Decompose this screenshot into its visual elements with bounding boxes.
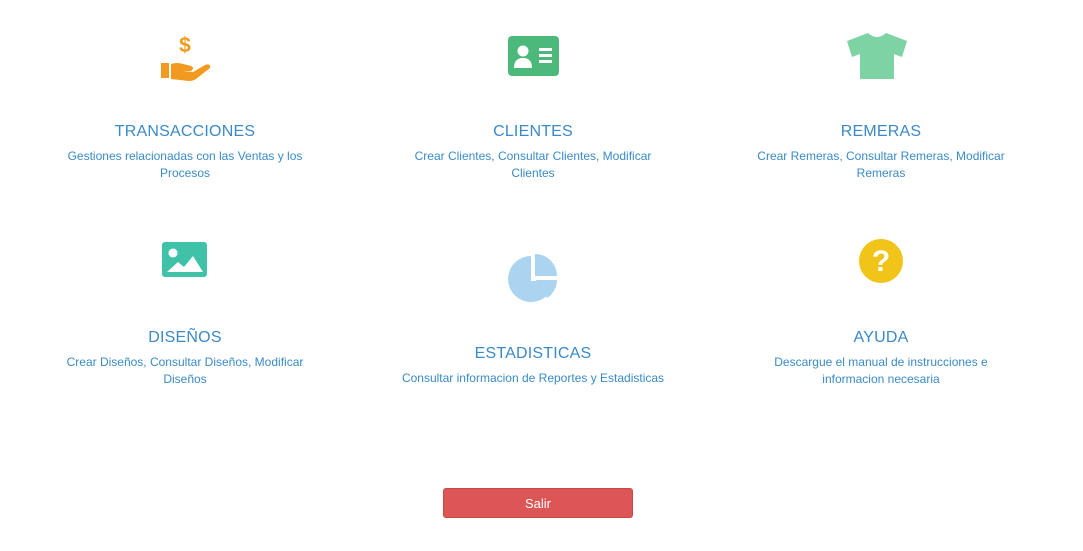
tile-description: Descargue el manual de instrucciones e i… (774, 355, 988, 386)
tile-ayuda[interactable]: ? AYUDA Descargue el manual de instrucci… (731, 236, 1031, 388)
tile-icon-wrapper (731, 30, 1031, 88)
tshirt-icon (847, 33, 907, 79)
tile-description: Crear Remeras, Consultar Remeras, Modifi… (757, 149, 1005, 180)
tile-title: ESTADISTICAS (474, 345, 592, 362)
pie-chart-icon (508, 254, 557, 302)
tile-title: CLIENTES (493, 123, 573, 140)
hand-dollar-icon: $ (161, 34, 211, 81)
tile-description: Crear Diseños, Consultar Diseños, Modifi… (66, 355, 304, 386)
tile-description: Consultar informacion de Reportes y Esta… (401, 371, 665, 385)
tile-icon-wrapper (35, 236, 335, 294)
tile-icon-wrapper: ? (731, 236, 1031, 294)
image-icon (162, 242, 207, 277)
tile-disenos[interactable]: DISEÑOS Crear Diseños, Consultar Diseños… (35, 236, 335, 388)
tile-description: Crear Clientes, Consultar Clientes, Modi… (414, 149, 652, 180)
tile-transacciones[interactable]: $ TRANSACCIONES Gestiones relacionadas c… (35, 30, 335, 182)
tile-icon-wrapper (383, 30, 683, 88)
tile-title: DISEÑOS (148, 329, 222, 346)
tile-title: AYUDA (853, 329, 909, 346)
tile-icon-wrapper (383, 252, 683, 308)
tile-remeras[interactable]: REMERAS Crear Remeras, Consultar Remeras… (731, 30, 1031, 182)
tile-title: TRANSACCIONES (114, 123, 256, 140)
svg-text:?: ? (872, 245, 890, 278)
question-circle-icon: ? (859, 239, 903, 283)
tile-estadisticas[interactable]: ESTADISTICAS Consultar informacion de Re… (383, 252, 683, 387)
svg-text:$: $ (179, 34, 191, 57)
exit-button[interactable]: Salir (443, 488, 633, 518)
tile-title: REMERAS (840, 123, 922, 140)
tile-icon-wrapper: $ (35, 30, 335, 88)
tile-clientes[interactable]: CLIENTES Crear Clientes, Consultar Clien… (383, 30, 683, 182)
main-menu: $ TRANSACCIONES Gestiones relacionadas c… (0, 0, 1083, 551)
tile-description: Gestiones relacionadas con las Ventas y … (67, 149, 303, 180)
id-card-icon (508, 36, 559, 76)
